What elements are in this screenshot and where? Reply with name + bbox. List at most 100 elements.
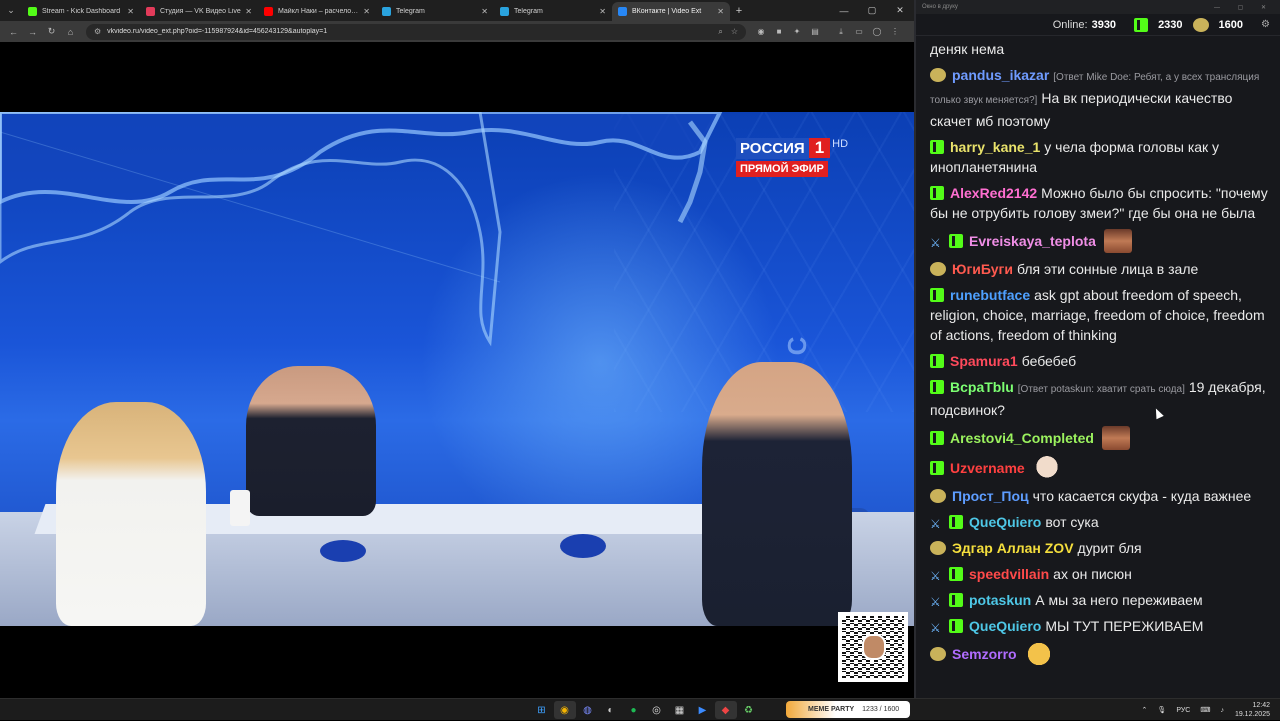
split-icon[interactable]: ▭ (850, 27, 868, 36)
browser-tab[interactable]: Stream - Kick Dashboard ✕ (22, 2, 140, 21)
tab-search-icon[interactable]: ⌄ (0, 0, 22, 21)
steam-app-icon[interactable]: ◐ (600, 701, 622, 719)
browser-tab[interactable]: Майкл Наки – расчеловечива... ✕ (258, 2, 376, 21)
tab-title: ВКонтакте | Video Ext (632, 8, 702, 15)
spotify-app-icon[interactable]: ● (623, 701, 645, 719)
tab-close-icon[interactable]: ✕ (245, 7, 252, 16)
browser-tab[interactable]: Telegram ✕ (376, 2, 494, 21)
chat-message[interactable]: ВсраТblu [Ответ potaskun: хватит срать сю… (930, 374, 1272, 423)
chat-username[interactable]: ВсраТblu (950, 379, 1014, 395)
chat-username[interactable]: Uzvername (950, 460, 1025, 476)
new-tab-button[interactable]: + (730, 2, 748, 21)
chat-username[interactable]: Arestovi4_Completed (950, 430, 1094, 446)
chat-message-text: дурит бля (1077, 540, 1142, 556)
tab-close-icon[interactable]: ✕ (363, 7, 370, 16)
profile-icon[interactable]: ◯ (868, 27, 886, 36)
menu-dots-icon[interactable]: ⋮ (886, 27, 904, 36)
chat-message[interactable]: Spamura1 бебебеб (930, 348, 1272, 374)
forward-icon[interactable]: → (23, 27, 42, 37)
kick-badge-icon (930, 186, 944, 200)
chat-username[interactable]: Spamura1 (950, 353, 1018, 369)
tab-close-icon[interactable]: ✕ (599, 7, 606, 16)
app-icon-7[interactable]: ▦ (669, 701, 691, 719)
browser-tab[interactable]: Telegram ✕ (494, 2, 612, 21)
chat-message[interactable]: ⚔ speedvillain ах он писюн (930, 561, 1272, 587)
channel-logo: РОССИЯ 1 HD ПРЯМОЙ ЭФИР (736, 138, 848, 177)
discord-app-icon[interactable]: ◍ (577, 701, 599, 719)
chat-message[interactable]: ⚔ potaskun А мы за него переживаем (930, 587, 1272, 613)
chat-username[interactable]: Semzorro (952, 646, 1017, 662)
chat-username[interactable]: runebutface (950, 287, 1030, 303)
chat-username[interactable]: AlexRed2142 (950, 185, 1037, 201)
chat-username[interactable]: Evreiskaya_teplota (969, 233, 1096, 249)
volume-icon[interactable]: ♪ (1220, 707, 1224, 714)
zoom-icon[interactable]: ⌕ (718, 27, 722, 37)
chat-username[interactable]: QueQuiero (969, 618, 1041, 634)
chat-window-titlebar: Окно в друку — ▢ ✕ (916, 0, 1280, 14)
chat-username[interactable]: Прост_Поц (952, 488, 1029, 504)
chat-message[interactable]: ЮгиБуги бля эти сонные лица в зале (930, 256, 1272, 282)
chat-message[interactable]: harry_kane_1 у чела форма головы как у ин… (930, 134, 1272, 180)
microphone-icon[interactable]: 🎙 (1157, 706, 1166, 714)
app-icon-8[interactable]: ▶ (692, 701, 714, 719)
close-window-icon[interactable]: ✕ (886, 0, 914, 21)
tab-close-icon[interactable]: ✕ (127, 7, 134, 16)
chat-message[interactable]: pandus_ikazar [Ответ Mike Doe: Ребят, а у… (930, 62, 1272, 134)
bookmark-star-icon[interactable]: ☆ (731, 27, 738, 36)
settings-icon[interactable]: ⚙ (1261, 19, 1270, 30)
chat-message[interactable]: деняк нема (930, 36, 1272, 62)
tab-close-icon[interactable]: ✕ (717, 7, 724, 16)
tab-close-icon[interactable]: ✕ (481, 7, 488, 16)
chat-message[interactable]: Semzorro (930, 639, 1272, 669)
chat-username[interactable]: speedvillain (969, 566, 1049, 582)
chat-username[interactable]: QueQuiero (969, 514, 1041, 530)
chat-username[interactable]: potaskun (969, 592, 1031, 608)
video-player[interactable]: ИТОГИ ГОДА 2025 С ВЛАДИМИРОМ РОССИЯ1HD П… (0, 112, 914, 626)
chat-username[interactable]: pandus_ikazar (952, 67, 1049, 83)
chat-emote-cat (1032, 456, 1061, 480)
chat-message[interactable]: runebutface ask gpt about freedom of spee… (930, 282, 1272, 348)
browser-tab[interactable]: ВКонтакте | Video Ext ✕ (612, 2, 730, 21)
chat-message[interactable]: Uzvername (930, 453, 1272, 483)
microphone-right (560, 534, 606, 558)
extensions-puzzle-icon[interactable]: ✦ (788, 27, 806, 36)
browser-tab[interactable]: Студия — VK Видео Live ✕ (140, 2, 258, 21)
chat-message[interactable]: Прост_Поц что касается скуфа - куда важне… (930, 483, 1272, 509)
maximize-icon[interactable]: ▢ (858, 0, 886, 21)
chat-message[interactable]: AlexRed2142 Можно было бы спросить: "поче… (930, 180, 1272, 226)
chat-message[interactable]: Эдгар Аллан ZOV дурит бля (930, 535, 1272, 561)
chat-message[interactable]: ⚔ QueQuiero вот сука (930, 509, 1272, 535)
tray-chevron-icon[interactable]: ⌃ (1142, 706, 1148, 714)
extension-icon-2[interactable]: ■ (770, 27, 788, 36)
kick-badge-icon (949, 567, 963, 581)
chat-message[interactable]: Arestovi4_Completed (930, 423, 1272, 453)
chat-message-list[interactable]: деняк нема pandus_ikazar [Ответ Mike Doe: … (916, 36, 1280, 698)
kick-badge-icon (930, 431, 944, 445)
chat-username[interactable]: ЮгиБуги (952, 261, 1013, 277)
chrome-app-icon[interactable]: ◉ (553, 701, 576, 719)
app-icon-9[interactable]: ◆ (714, 701, 737, 719)
clock[interactable]: 12:42 19.12.2025 (1235, 701, 1270, 719)
chat-username[interactable]: harry_kane_1 (950, 139, 1040, 155)
chat-username[interactable]: Эдгар Аллан ZOV (952, 540, 1074, 556)
chat-message-text: бебебеб (1021, 353, 1077, 369)
chat-window-controls[interactable]: — ▢ ✕ (1214, 4, 1274, 11)
app-icon-10[interactable]: ♻ (738, 701, 760, 719)
site-info-icon[interactable]: ⚙ (94, 27, 101, 36)
sidebar-icon[interactable]: ▤ (806, 27, 824, 36)
minimize-icon[interactable]: — (830, 0, 858, 21)
chat-message-text: А мы за него переживаем (1035, 592, 1203, 608)
network-icon[interactable]: ⌨ (1200, 706, 1210, 714)
language-indicator[interactable]: РУС (1176, 707, 1190, 714)
obs-app-icon[interactable]: ◎ (646, 701, 668, 719)
url-input[interactable]: ⚙ vkvideo.ru/video_ext.php?oid=-11598792… (86, 23, 746, 40)
download-icon[interactable]: ⤓ (832, 27, 850, 37)
start-menu-icon[interactable]: ⊞ (531, 701, 553, 719)
meme-party-widget[interactable]: MEME PARTY 1233 / 1600 (786, 701, 910, 718)
home-icon[interactable]: ⌂ (61, 27, 80, 37)
chat-message[interactable]: ⚔ Evreiskaya_teplota (930, 226, 1272, 256)
back-icon[interactable]: ← (4, 27, 23, 37)
extension-icon[interactable]: ◉ (752, 27, 770, 36)
reload-icon[interactable]: ↻ (42, 26, 61, 37)
chat-message[interactable]: ⚔ QueQuiero МЫ ТУТ ПЕРЕЖИВАЕМ (930, 613, 1272, 639)
